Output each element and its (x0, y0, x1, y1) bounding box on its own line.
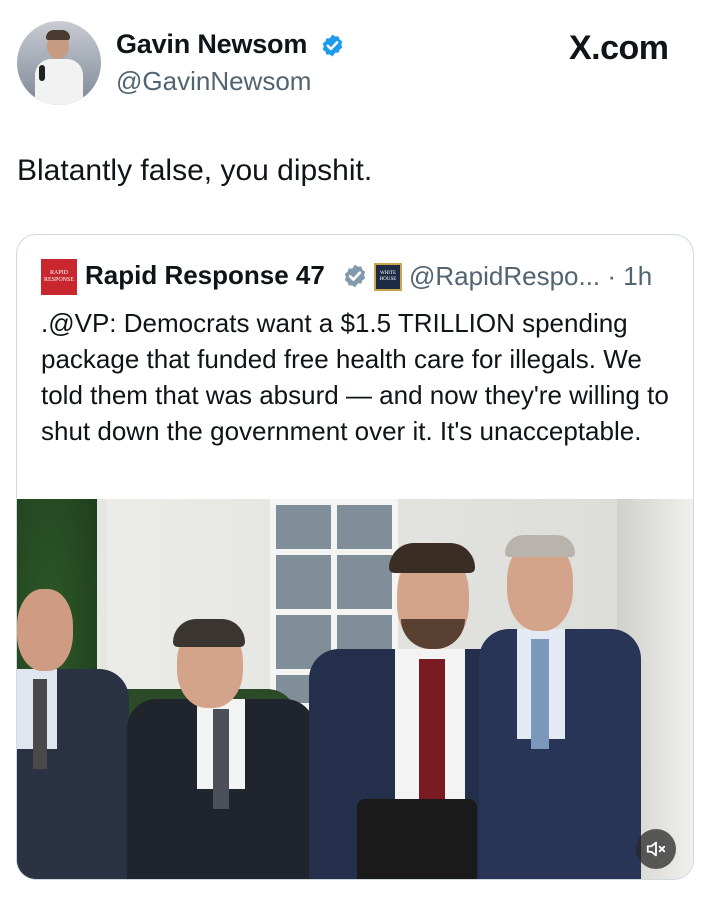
author-handle[interactable]: @GavinNewsom (116, 66, 311, 97)
mute-icon (646, 841, 666, 857)
press-conference-video[interactable] (17, 499, 693, 879)
quoted-tweet-card[interactable]: RAPID RESPONSE Rapid Response 47 WHITE HOU… (16, 234, 694, 880)
quoted-handle-time[interactable]: @RapidRespo... · 1h (409, 261, 652, 292)
tweet-text: Blatantly false, you dipshit. (17, 154, 373, 187)
author-avatar[interactable] (17, 21, 101, 105)
mute-toggle-button[interactable] (636, 829, 676, 869)
verified-badge-icon (322, 34, 343, 57)
quoted-author-name[interactable]: Rapid Response 47 (85, 260, 325, 291)
author-name[interactable]: Gavin Newsom (116, 29, 307, 60)
white-house-affiliate-icon: WHITE HOUSE (374, 263, 402, 291)
site-label: X.com (569, 29, 669, 67)
quoted-tweet-text: .@VP: Democrats want a $1.5 TRILLION spe… (41, 308, 669, 446)
gray-verified-badge-icon (344, 264, 366, 288)
microphone-stand (357, 799, 477, 879)
tweet-header: Gavin Newsom @GavinNewsom X.com (0, 0, 711, 120)
rapid-response-logo-icon: RAPID RESPONSE (41, 259, 77, 295)
